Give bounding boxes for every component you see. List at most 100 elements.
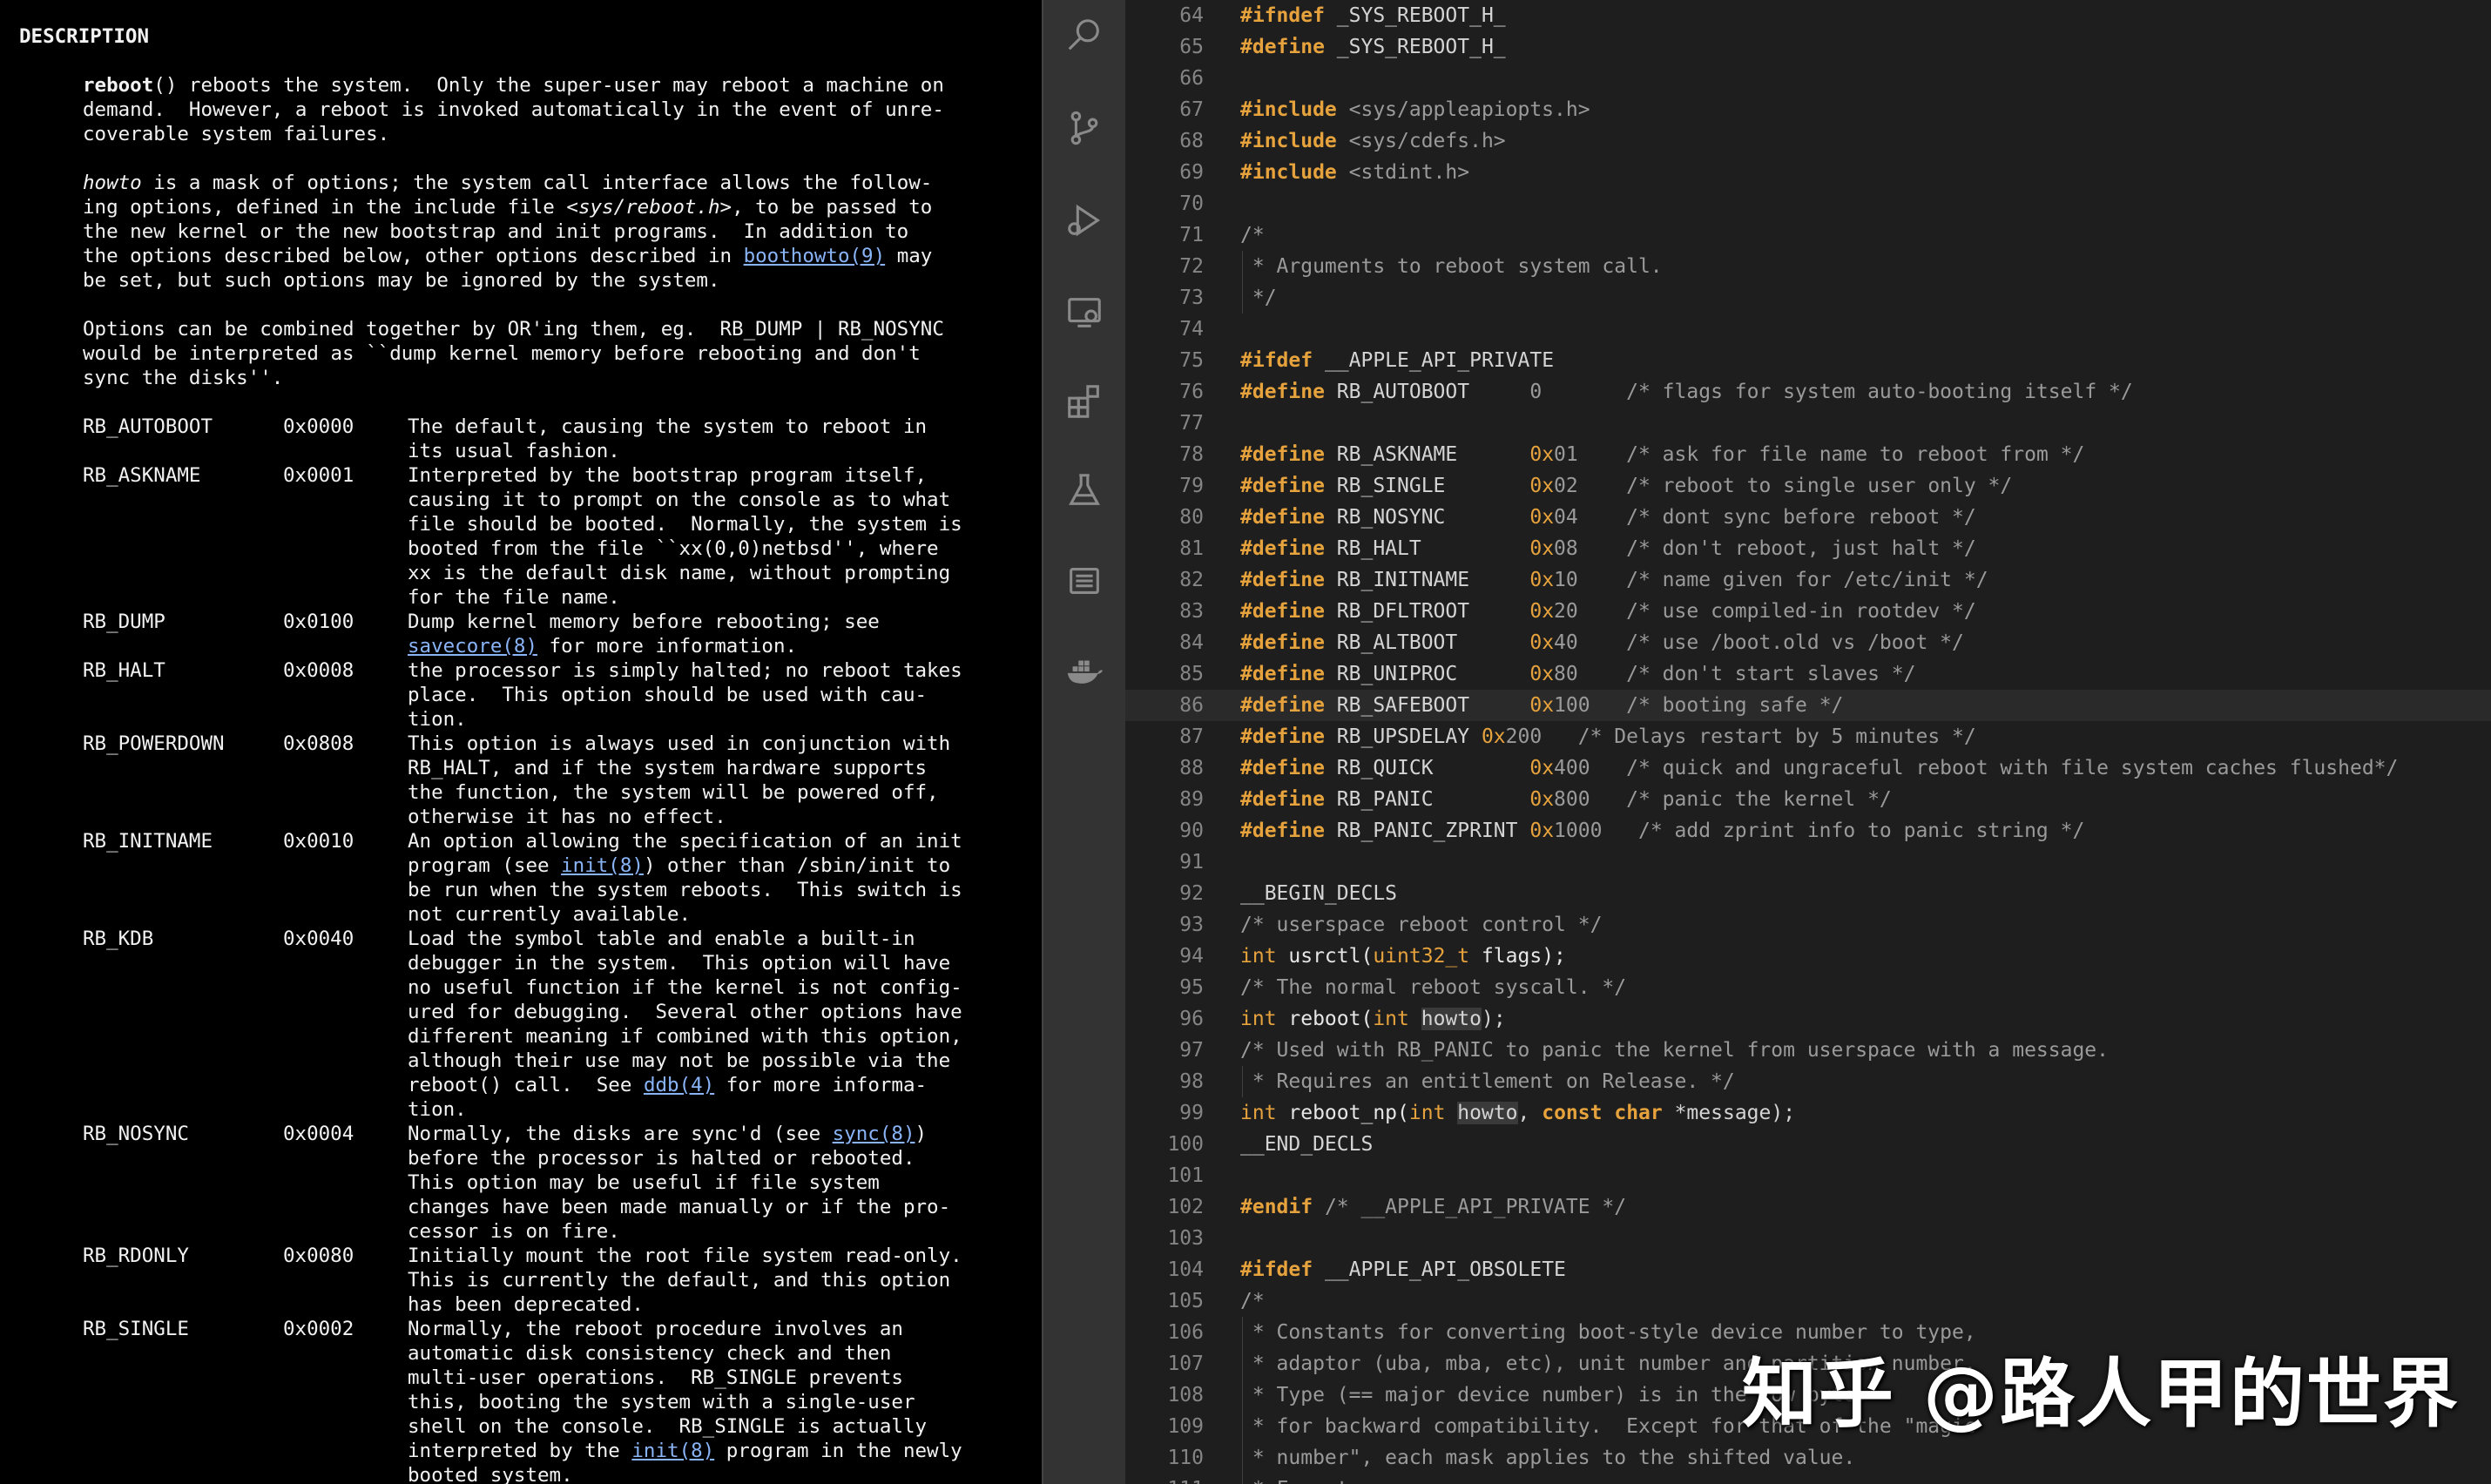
code-line[interactable]: 102 #endif /* __APPLE_API_PRIVATE */ — [1125, 1191, 2491, 1223]
code-text[interactable]: #define RB_PANIC_ZPRINT 0x1000 /* add zp… — [1240, 815, 2084, 847]
notes-icon[interactable] — [1043, 550, 1125, 611]
code-line[interactable]: 65 #define _SYS_REBOOT_H_ — [1125, 31, 2491, 63]
code-line[interactable]: 99 int reboot_np(int howto, const char *m… — [1125, 1097, 2491, 1129]
code-line[interactable]: 98 * Requires an entitlement on Release.… — [1125, 1066, 2491, 1097]
code-text[interactable]: #define RB_DFLTROOT 0x20 /* use compiled… — [1240, 596, 1976, 627]
code-line[interactable]: 100 __END_DECLS — [1125, 1129, 2491, 1160]
docker-icon[interactable] — [1043, 641, 1125, 702]
code-line[interactable]: 93 /* userspace reboot control */ — [1125, 909, 2491, 941]
code-line[interactable]: 85 #define RB_UNIPROC 0x80 /* don't start… — [1125, 658, 2491, 690]
code-line[interactable]: 78 #define RB_ASKNAME 0x01 /* ask for fil… — [1125, 439, 2491, 470]
code-text[interactable]: int reboot(int howto); — [1240, 1003, 1506, 1035]
code-line[interactable]: 79 #define RB_SINGLE 0x02 /* reboot to si… — [1125, 470, 2491, 502]
savecore-link[interactable]: savecore(8) — [408, 635, 537, 658]
code-line[interactable]: 95 /* The normal reboot syscall. */ — [1125, 972, 2491, 1003]
ddb-link[interactable]: ddb(4) — [644, 1074, 714, 1096]
code-line[interactable]: 101 — [1125, 1160, 2491, 1191]
code-line[interactable]: 71 /* — [1125, 219, 2491, 251]
code-text[interactable]: /* userspace reboot control */ — [1240, 909, 1602, 941]
code-text[interactable]: * Requires an entitlement on Release. */ — [1240, 1066, 1735, 1097]
code-text[interactable]: int usrctl(uint32_t flags); — [1240, 941, 1566, 972]
code-text[interactable]: #endif /* __APPLE_API_PRIVATE */ — [1240, 1191, 1626, 1223]
code-line[interactable]: 91 — [1125, 847, 2491, 878]
code-text[interactable]: /* — [1240, 1285, 1265, 1317]
code-text[interactable]: #include <sys/cdefs.h> — [1240, 125, 1506, 157]
code-line[interactable]: 94 int usrctl(uint32_t flags); — [1125, 941, 2491, 972]
code-text[interactable]: #define RB_INITNAME 0x10 /* name given f… — [1240, 564, 1988, 596]
run-debug-icon[interactable] — [1043, 190, 1125, 251]
source-control-icon[interactable] — [1043, 98, 1125, 159]
code-text[interactable]: */ — [1240, 282, 1277, 314]
code-line[interactable]: 70 — [1125, 188, 2491, 219]
code-text[interactable]: #define RB_ALTBOOT 0x40 /* use /boot.old… — [1240, 627, 1964, 658]
code-text[interactable]: /* — [1240, 219, 1265, 251]
code-line[interactable]: 103 — [1125, 1223, 2491, 1254]
code-text[interactable]: __BEGIN_DECLS — [1240, 878, 1397, 909]
code-line[interactable]: 92 __BEGIN_DECLS — [1125, 878, 2491, 909]
code-text[interactable]: * Format: — [1240, 1474, 1361, 1484]
code-text[interactable]: #ifdef __APPLE_API_OBSOLETE — [1240, 1254, 1566, 1285]
code-text[interactable]: #ifdef __APPLE_API_PRIVATE — [1240, 345, 1554, 376]
boothowto-link[interactable]: boothowto(9) — [744, 245, 886, 267]
code-text[interactable]: #define RB_ASKNAME 0x01 /* ask for file … — [1240, 439, 2084, 470]
option-name: RB_POWERDOWN — [83, 732, 225, 755]
code-text[interactable]: __END_DECLS — [1240, 1129, 1373, 1160]
code-line[interactable]: 67 #include <sys/appleapiopts.h> — [1125, 94, 2491, 125]
code-line[interactable]: 68 #include <sys/cdefs.h> — [1125, 125, 2491, 157]
code-text[interactable]: #define RB_HALT 0x08 /* don't reboot, ju… — [1240, 533, 1976, 564]
code-line[interactable]: 66 — [1125, 63, 2491, 94]
code-line[interactable]: 105 /* — [1125, 1285, 2491, 1317]
option-value: 0x0001 — [283, 464, 354, 487]
code-text[interactable]: #define RB_NOSYNC 0x04 /* dont sync befo… — [1240, 502, 1976, 533]
code-line[interactable]: 82 #define RB_INITNAME 0x10 /* name given… — [1125, 564, 2491, 596]
code-line[interactable]: 89 #define RB_PANIC 0x800 /* panic the ke… — [1125, 784, 2491, 815]
line-number: 66 — [1179, 67, 1204, 90]
code-line[interactable]: 87 #define RB_UPSDELAY 0x200 /* Delays re… — [1125, 721, 2491, 752]
code-text[interactable]: #define RB_PANIC 0x800 /* panic the kern… — [1240, 784, 1892, 815]
sync-link[interactable]: sync(8) — [833, 1123, 915, 1145]
code-line[interactable]: 64 #ifndef _SYS_REBOOT_H_ — [1125, 0, 2491, 31]
code-line[interactable]: 81 #define RB_HALT 0x08 /* don't reboot, … — [1125, 533, 2491, 564]
code-line[interactable]: 76 #define RB_AUTOBOOT 0 /* flags for sys… — [1125, 376, 2491, 408]
code-text[interactable]: #ifndef _SYS_REBOOT_H_ — [1240, 0, 1506, 31]
code-text[interactable]: #define RB_QUICK 0x400 /* quick and ungr… — [1240, 752, 2398, 784]
code-text[interactable]: #define RB_SAFEBOOT 0x100 /* booting saf… — [1240, 690, 1843, 721]
code-line[interactable]: 74 — [1125, 314, 2491, 345]
code-line[interactable]: 90 #define RB_PANIC_ZPRINT 0x1000 /* add … — [1125, 815, 2491, 847]
init-link[interactable]: init(8) — [561, 854, 644, 877]
code-line[interactable]: 86 #define RB_SAFEBOOT 0x100 /* booting s… — [1125, 690, 2491, 721]
code-line[interactable]: 111 * Format: — [1125, 1474, 2491, 1484]
code-text[interactable]: * number", each mask applies to the shif… — [1240, 1442, 1855, 1474]
code-line[interactable]: 80 #define RB_NOSYNC 0x04 /* dont sync be… — [1125, 502, 2491, 533]
code-text[interactable]: #define RB_UPSDELAY 0x200 /* Delays rest… — [1240, 721, 1976, 752]
code-text[interactable]: #define _SYS_REBOOT_H_ — [1240, 31, 1506, 63]
code-line[interactable]: 110 * number", each mask applies to the … — [1125, 1442, 2491, 1474]
code-text[interactable]: * Arguments to reboot system call. — [1240, 251, 1663, 282]
code-text[interactable]: /* Used with RB_PANIC to panic the kerne… — [1240, 1035, 2109, 1066]
search-icon[interactable] — [1043, 5, 1125, 66]
remote-explorer-icon[interactable] — [1043, 282, 1125, 343]
code-text[interactable]: #define RB_AUTOBOOT 0 /* flags for syste… — [1240, 376, 2133, 408]
code-text[interactable]: /* The normal reboot syscall. */ — [1240, 972, 1626, 1003]
code-editor[interactable]: 64 #ifndef _SYS_REBOOT_H_ 65 #define _SYS_R… — [1125, 0, 2491, 1484]
code-line[interactable]: 84 #define RB_ALTBOOT 0x40 /* use /boot.o… — [1125, 627, 2491, 658]
code-line[interactable]: 77 — [1125, 408, 2491, 439]
code-line[interactable]: 83 #define RB_DFLTROOT 0x20 /* use compil… — [1125, 596, 2491, 627]
code-line[interactable]: 72 * Arguments to reboot system call. — [1125, 251, 2491, 282]
testing-icon[interactable] — [1043, 460, 1125, 521]
init-link[interactable]: init(8) — [631, 1440, 714, 1462]
code-line[interactable]: 75 #ifdef __APPLE_API_PRIVATE — [1125, 345, 2491, 376]
code-text[interactable]: #define RB_UNIPROC 0x80 /* don't start s… — [1240, 658, 1915, 690]
code-line[interactable]: 73 */ — [1125, 282, 2491, 314]
code-line[interactable]: 88 #define RB_QUICK 0x400 /* quick and un… — [1125, 752, 2491, 784]
code-text[interactable]: int reboot_np(int howto, const char *mes… — [1240, 1097, 1795, 1129]
code-line[interactable]: 97 /* Used with RB_PANIC to panic the ker… — [1125, 1035, 2491, 1066]
code-text[interactable]: #define RB_SINGLE 0x02 /* reboot to sing… — [1240, 470, 2012, 502]
code-line[interactable]: 96 int reboot(int howto); — [1125, 1003, 2491, 1035]
code-line[interactable]: 69 #include <stdint.h> — [1125, 157, 2491, 188]
activity-bar — [1043, 0, 1125, 1484]
code-line[interactable]: 104 #ifdef __APPLE_API_OBSOLETE — [1125, 1254, 2491, 1285]
code-text[interactable]: #include <sys/appleapiopts.h> — [1240, 94, 1590, 125]
extensions-icon[interactable] — [1043, 371, 1125, 432]
code-text[interactable]: #include <stdint.h> — [1240, 157, 1469, 188]
